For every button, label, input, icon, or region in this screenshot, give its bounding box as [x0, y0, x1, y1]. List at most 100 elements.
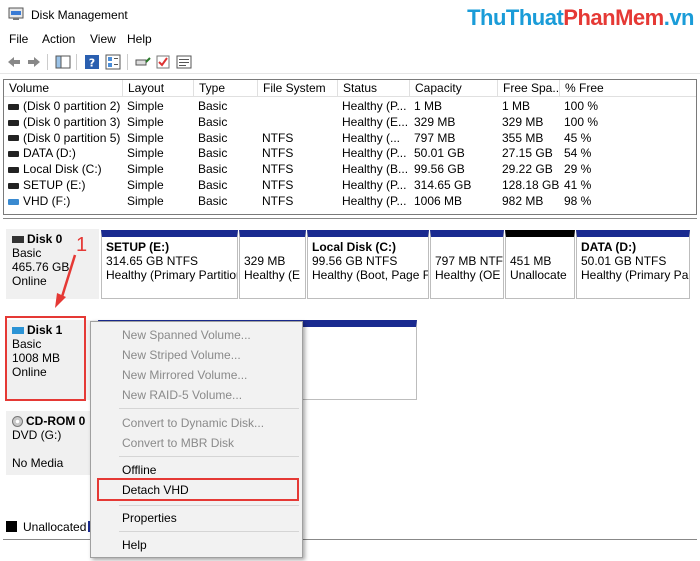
table-cell: 45 % [564, 130, 592, 145]
table-cell: Simple [127, 178, 164, 192]
menu-separator [119, 505, 299, 506]
volume-icon [8, 198, 19, 205]
cdrom0-info[interactable]: CD-ROM 0 DVD (G:) No Media [6, 411, 99, 475]
table-cell: 314.65 GB [414, 178, 472, 192]
table-row[interactable]: (Disk 0 partition 3) Simple Basic Healthy (… [4, 114, 696, 130]
table-cell: NTFS [262, 130, 294, 145]
table-cell: 29.22 GB [502, 162, 553, 177]
table-cell: Simple [127, 99, 164, 113]
column-header-free-space[interactable]: Free Spa... [498, 80, 560, 97]
volume-cell: (Disk 0 partition 5) [4, 130, 123, 146]
menu-separator [119, 408, 299, 409]
menu-help[interactable]: Help [127, 32, 152, 46]
table-cell: NTFS [262, 146, 294, 161]
disk0-partition[interactable]: 329 MB Healthy (E [239, 230, 306, 299]
table-row[interactable]: VHD (F:) Simple Basic NTFS Healthy (P... 1006… [4, 193, 696, 209]
table-cell: Healthy (E... [342, 114, 409, 129]
toolbar-separator [127, 54, 128, 70]
column-header-capacity[interactable]: Capacity [410, 80, 498, 97]
menu-action[interactable]: Action [42, 32, 75, 46]
properties-icon[interactable] [105, 54, 121, 70]
menu-view[interactable]: View [90, 32, 116, 46]
legend-unallocated-swatch [6, 521, 17, 532]
disk0-partition[interactable]: Local Disk (C:) 99.56 GB NTFS Healthy (Boo… [307, 230, 429, 299]
connect-icon[interactable] [135, 54, 151, 70]
table-cell: 100 % [564, 114, 599, 129]
table-cell: 50.01 GB [414, 146, 465, 161]
column-header-type[interactable]: Type [194, 80, 258, 97]
table-cell: Simple [127, 146, 164, 161]
table-cell: Healthy (B... [342, 162, 409, 177]
table-cell: Basic [198, 193, 228, 208]
table-cell: Healthy (... [342, 130, 401, 145]
table-cell: 1006 MB [414, 193, 463, 208]
cdrom0-status: No Media [12, 456, 64, 470]
toolbar-separator [47, 54, 48, 70]
toolbar-separator [76, 54, 77, 70]
table-row[interactable]: DATA (D:) Simple Basic NTFS Healthy (P... 50.… [4, 145, 696, 161]
column-header-status[interactable]: Status [338, 80, 410, 97]
disk0-partition[interactable]: 451 MB Unallocate [505, 230, 575, 299]
column-header-layout[interactable]: Layout [123, 80, 194, 97]
menu-properties[interactable]: Properties [122, 511, 177, 525]
column-header-percent-free[interactable]: % Free [560, 80, 696, 97]
menu-file[interactable]: File [9, 32, 28, 46]
volume-cell: DATA (D:) [4, 145, 123, 161]
cdrom0-kind: DVD (G:) [12, 428, 62, 442]
disk0-partition[interactable]: DATA (D:) 50.01 GB NTFS Healthy (Primary P… [576, 230, 690, 299]
cdrom0-title: CD-ROM 0 [12, 414, 93, 428]
disk0-partition[interactable]: 797 MB NTF Healthy (OE [430, 230, 504, 299]
forward-arrow-icon[interactable] [26, 54, 42, 70]
checkmark-icon[interactable] [155, 54, 171, 70]
disk0-status: Online [12, 274, 47, 288]
menu-new-striped-volume: New Striped Volume... [122, 348, 241, 362]
partition-size: 50.01 GB NTFS [581, 254, 667, 268]
table-cell: Healthy (P... [342, 178, 407, 192]
table-cell: Healthy (P... [342, 193, 407, 208]
column-header-file-system[interactable]: File System [258, 80, 338, 97]
volume-icon [8, 119, 19, 126]
table-cell: 797 MB [414, 130, 456, 145]
table-row[interactable]: Local Disk (C:) Simple Basic NTFS Healthy (B… [4, 161, 696, 177]
back-arrow-icon[interactable] [6, 54, 22, 70]
volume-table: Volume Layout Type File System Status Ca… [3, 79, 697, 215]
volume-cell: Local Disk (C:) [4, 161, 123, 177]
table-cell: Basic [198, 162, 228, 177]
table-cell: 355 MB [502, 130, 544, 145]
volume-icon [8, 182, 19, 189]
table-cell: NTFS [262, 178, 294, 192]
table-header: Volume Layout Type File System Status Ca… [4, 80, 696, 97]
menu-new-mirrored-volume: New Mirrored Volume... [122, 368, 248, 382]
disk0-size: 465.76 GB [12, 260, 70, 274]
legend-unallocated-label: Unallocated [23, 520, 87, 534]
column-header-volume[interactable]: Volume [4, 80, 123, 97]
partition-size: 797 MB NTF [435, 254, 504, 268]
table-cell: Basic [198, 99, 228, 113]
title-bar: Disk Management ThuThuatPhanMem.vn [0, 0, 700, 30]
help-icon[interactable]: ? [84, 54, 100, 70]
partition-label: DATA (D:) [581, 240, 637, 254]
disk0-partition[interactable]: SETUP (E:) 314.65 GB NTFS Healthy (Primary… [101, 230, 238, 299]
volume-icon [8, 103, 19, 110]
watermark: ThuThuatPhanMem.vn [467, 5, 694, 30]
menu-offline[interactable]: Offline [122, 463, 156, 477]
table-row[interactable]: SETUP (E:) Simple Basic NTFS Healthy (P... 31… [4, 177, 696, 193]
table-cell: 41 % [564, 178, 592, 192]
table-cell: 99.56 GB [414, 162, 465, 177]
table-cell: 100 % [564, 99, 599, 113]
menu-separator [119, 456, 299, 457]
disk-list-icon[interactable] [176, 54, 192, 70]
menu-convert-mbr-disk: Convert to MBR Disk [122, 436, 235, 450]
partition-size: 329 MB [244, 254, 286, 268]
partition-size: 99.56 GB NTFS [312, 254, 398, 268]
table-cell: Basic [198, 178, 228, 192]
table-row[interactable]: (Disk 0 partition 5) Simple Basic NTFS Healt… [4, 130, 696, 146]
menu-bar: File Action View Help [0, 30, 700, 50]
partition-label [510, 240, 570, 254]
menu-help[interactable]: Help [122, 538, 147, 552]
console-tree-icon[interactable] [55, 54, 71, 70]
table-cell: 29 % [564, 162, 592, 177]
table-cell: NTFS [262, 162, 294, 177]
table-row[interactable]: (Disk 0 partition 2) Simple Basic Healthy (… [4, 98, 696, 114]
table-cell: Simple [127, 130, 164, 145]
